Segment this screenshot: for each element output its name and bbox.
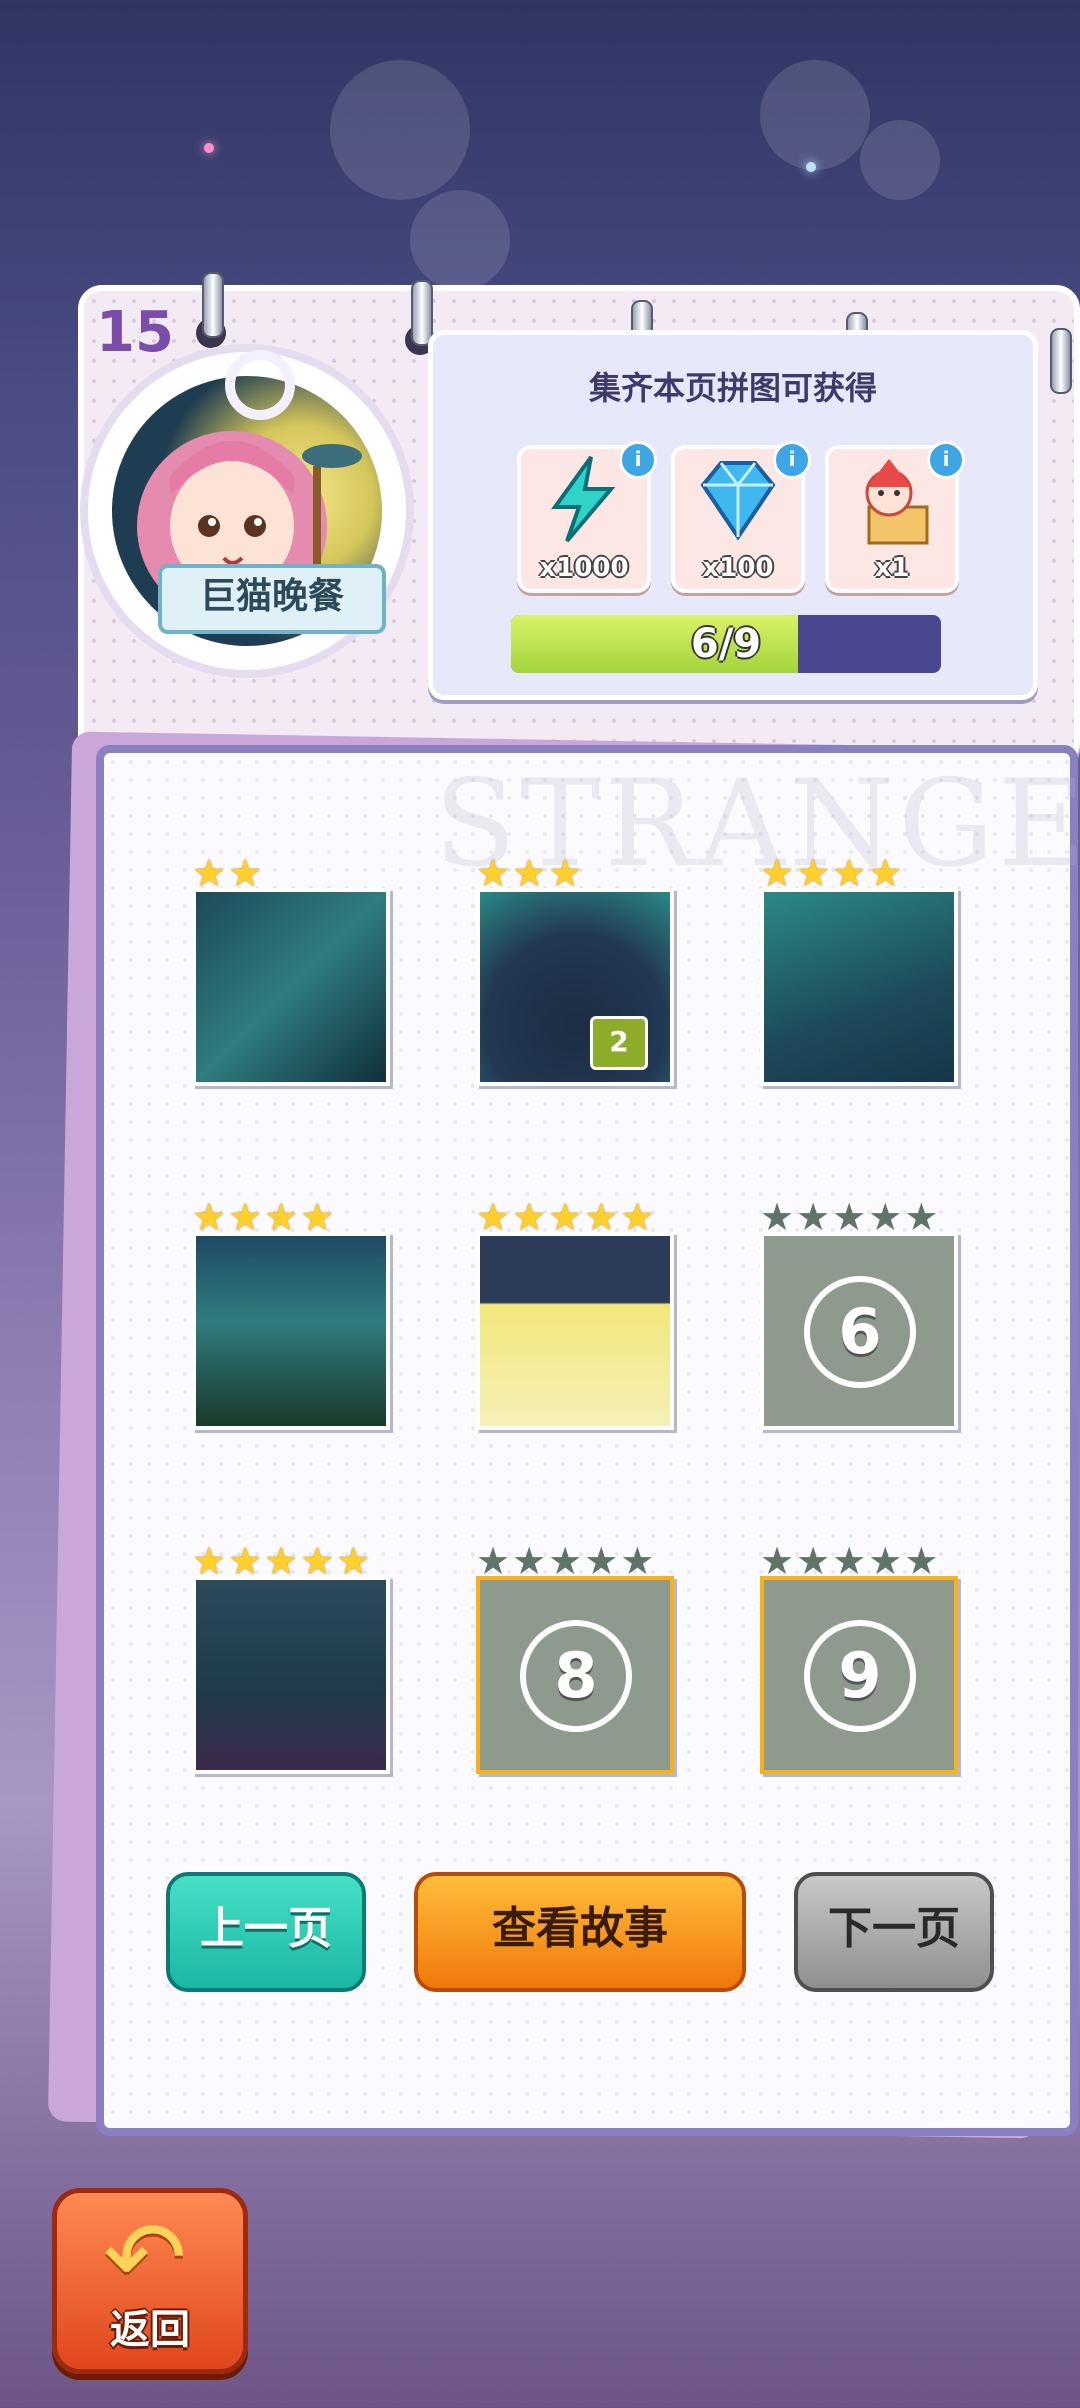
piece-stars: ★ ★ bbox=[192, 854, 262, 892]
star-icon: ★ bbox=[228, 1539, 263, 1583]
star-icon: ★ bbox=[548, 1539, 583, 1583]
info-icon[interactable]: i bbox=[773, 441, 811, 479]
reward-amount: x100 bbox=[702, 553, 774, 583]
star-icon: ★ bbox=[584, 1195, 619, 1239]
piece-count-badge: 2 bbox=[590, 1016, 648, 1070]
piece-stars: ★ ★ ★ ★ ★ bbox=[760, 1198, 938, 1236]
piece-stars: ★ ★ ★ ★ bbox=[192, 1198, 334, 1236]
piece-image bbox=[192, 888, 390, 1086]
piece-image bbox=[192, 1232, 390, 1430]
star-icon: ★ bbox=[192, 851, 227, 895]
star-icon: ★ bbox=[300, 1195, 335, 1239]
star-icon: ★ bbox=[192, 1195, 227, 1239]
star-icon: ★ bbox=[620, 1195, 655, 1239]
star-icon: ★ bbox=[760, 1195, 795, 1239]
star-icon: ★ bbox=[796, 1539, 831, 1583]
piece-stars: ★ ★ ★ ★ ★ bbox=[192, 1542, 370, 1580]
reward-amount: x1 bbox=[874, 553, 910, 583]
star-icon: ★ bbox=[904, 1539, 939, 1583]
puzzle-piece-1[interactable]: ★ ★ bbox=[192, 854, 392, 1088]
piece-image bbox=[192, 1576, 390, 1774]
star-icon: ★ bbox=[832, 1539, 867, 1583]
star-icon: ★ bbox=[264, 1539, 299, 1583]
sparkle bbox=[806, 162, 816, 172]
piece-stars: ★ ★ ★ bbox=[476, 854, 582, 892]
star-icon: ★ bbox=[512, 1195, 547, 1239]
star-icon: ★ bbox=[584, 1539, 619, 1583]
page-number: 15 bbox=[96, 300, 174, 365]
piece-image bbox=[476, 1232, 674, 1430]
reward-amount: x1000 bbox=[539, 553, 629, 583]
piece-image bbox=[760, 888, 958, 1086]
puzzle-piece-2[interactable]: ★ ★ ★ 2 bbox=[476, 854, 676, 1088]
star-icon: ★ bbox=[868, 851, 903, 895]
star-icon: ★ bbox=[228, 1195, 263, 1239]
star-icon: ★ bbox=[548, 1195, 583, 1239]
puzzle-piece-9[interactable]: ★ ★ ★ ★ ★ 9 bbox=[760, 1542, 960, 1776]
puzzle-piece-7[interactable]: ★ ★ ★ ★ ★ bbox=[192, 1542, 392, 1776]
reward-diamond[interactable]: x100 i bbox=[671, 441, 811, 593]
piece-stars: ★ ★ ★ ★ ★ bbox=[760, 1542, 938, 1580]
puzzle-piece-6[interactable]: ★ ★ ★ ★ ★ 6 bbox=[760, 1198, 960, 1432]
star-icon: ★ bbox=[476, 1195, 511, 1239]
piece-number: 9 bbox=[804, 1620, 916, 1732]
piece-stars: ★ ★ ★ ★ ★ bbox=[476, 1542, 654, 1580]
piece-stars: ★ ★ ★ ★ bbox=[760, 854, 902, 892]
star-icon: ★ bbox=[336, 1539, 371, 1583]
piece-number: 8 bbox=[520, 1620, 632, 1732]
view-story-button[interactable]: 查看故事 bbox=[414, 1872, 746, 1992]
star-icon: ★ bbox=[476, 1539, 511, 1583]
puzzle-piece-3[interactable]: ★ ★ ★ ★ bbox=[760, 854, 960, 1088]
star-icon: ★ bbox=[868, 1195, 903, 1239]
star-icon: ★ bbox=[192, 1539, 227, 1583]
binder-ring bbox=[202, 272, 224, 338]
progress-text: 6/9 bbox=[690, 621, 762, 667]
rewards-panel: 集齐本页拼图可获得 x1000 i x100 i x1 i 6/9 bbox=[428, 330, 1038, 700]
star-icon: ★ bbox=[512, 1539, 547, 1583]
star-icon: ★ bbox=[476, 851, 511, 895]
sparkle bbox=[204, 143, 214, 153]
star-icon: ★ bbox=[300, 1539, 335, 1583]
reward-jester-box[interactable]: x1 i bbox=[825, 441, 965, 593]
piece-number: 6 bbox=[804, 1276, 916, 1388]
star-icon: ★ bbox=[832, 851, 867, 895]
rewards-title: 集齐本页拼图可获得 bbox=[588, 369, 877, 407]
puzzle-piece-8[interactable]: ★ ★ ★ ★ ★ 8 bbox=[476, 1542, 676, 1776]
star-icon: ★ bbox=[512, 851, 547, 895]
star-icon: ★ bbox=[620, 1539, 655, 1583]
puzzle-piece-4[interactable]: ★ ★ ★ ★ bbox=[192, 1198, 392, 1432]
back-label: 返回 bbox=[110, 2307, 190, 2353]
star-icon: ★ bbox=[760, 851, 795, 895]
star-icon: ★ bbox=[548, 851, 583, 895]
star-icon: ★ bbox=[264, 1195, 299, 1239]
star-icon: ★ bbox=[228, 851, 263, 895]
star-icon: ★ bbox=[796, 851, 831, 895]
binder-ring bbox=[1050, 328, 1072, 394]
star-icon: ★ bbox=[796, 1195, 831, 1239]
badge-hanger-ring bbox=[225, 350, 295, 420]
puzzle-piece-5[interactable]: ★ ★ ★ ★ ★ bbox=[476, 1198, 676, 1432]
info-icon[interactable]: i bbox=[927, 441, 965, 479]
star-icon: ★ bbox=[904, 1195, 939, 1239]
binder-ring bbox=[411, 280, 433, 346]
chapter-title: 巨猫晚餐 bbox=[158, 564, 386, 634]
back-button[interactable]: ↶ 返回 bbox=[52, 2188, 248, 2374]
info-icon[interactable]: i bbox=[619, 441, 657, 479]
star-icon: ★ bbox=[832, 1195, 867, 1239]
piece-stars: ★ ★ ★ ★ ★ bbox=[476, 1198, 654, 1236]
bokeh-light bbox=[760, 60, 870, 170]
bokeh-light bbox=[860, 120, 940, 200]
bokeh-light bbox=[410, 190, 510, 290]
reward-lightning[interactable]: x1000 i bbox=[517, 441, 657, 593]
prev-page-button[interactable]: 上一页 bbox=[166, 1872, 366, 1992]
next-page-button[interactable]: 下一页 bbox=[794, 1872, 994, 1992]
bokeh-light bbox=[330, 60, 470, 200]
star-icon: ★ bbox=[760, 1539, 795, 1583]
star-icon: ★ bbox=[868, 1539, 903, 1583]
collection-progress-bar: 6/9 bbox=[511, 615, 941, 673]
